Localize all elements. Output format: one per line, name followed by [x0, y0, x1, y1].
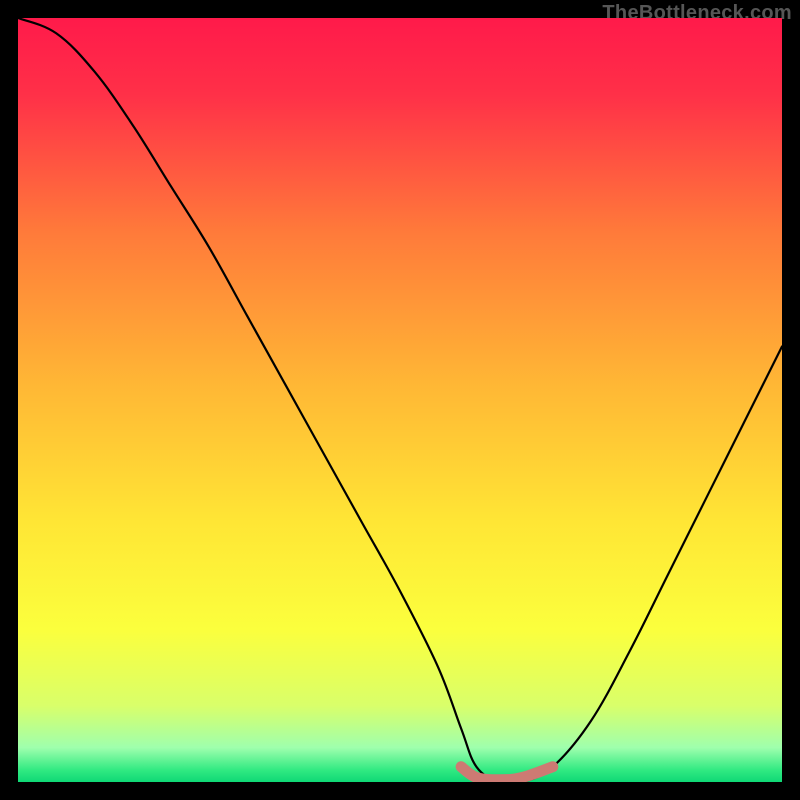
- bottleneck-chart: [18, 18, 782, 782]
- gradient-background: [18, 18, 782, 782]
- plot-area: [18, 18, 782, 782]
- chart-frame: TheBottleneck.com: [0, 0, 800, 800]
